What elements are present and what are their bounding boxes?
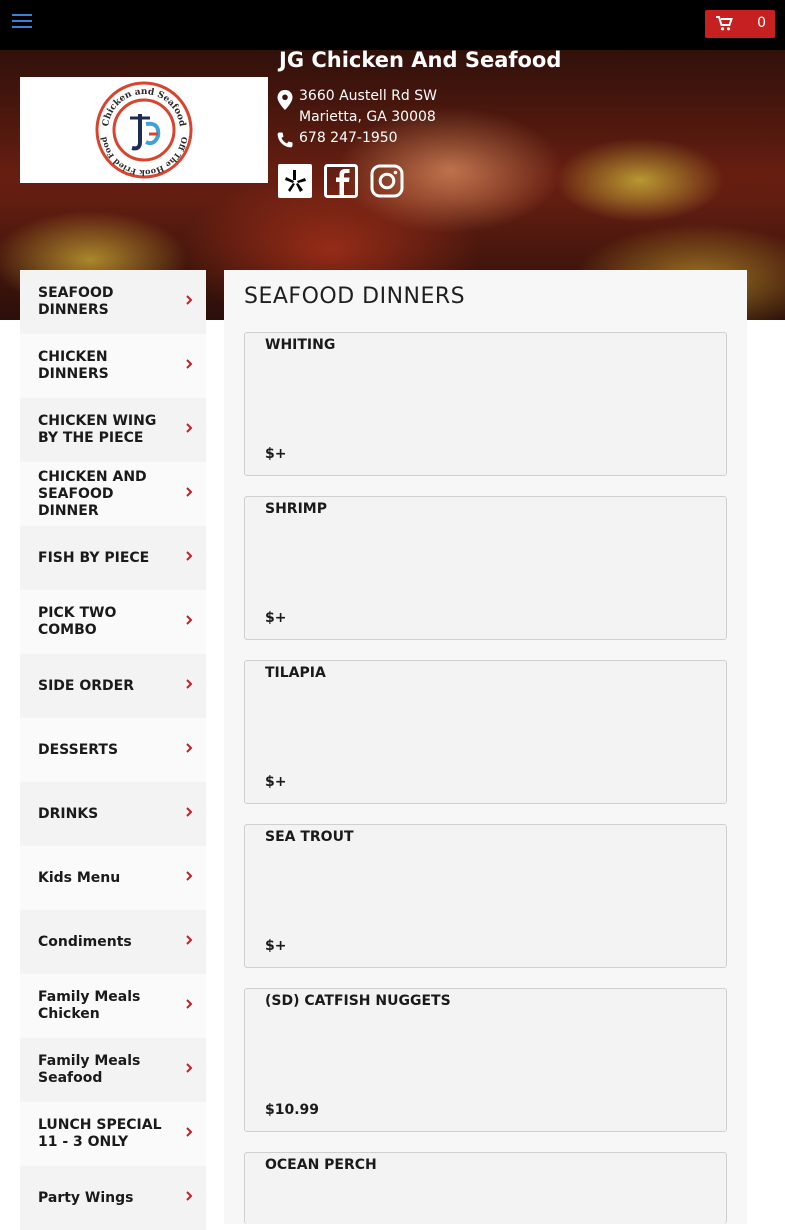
chevron-right-icon [186, 487, 192, 497]
sidebar-item-seafood-dinners[interactable]: SEAFOOD DINNERS [20, 270, 206, 334]
facebook-icon[interactable] [324, 164, 358, 198]
sidebar-item-chicken-wing-by-the-piece[interactable]: CHICKEN WING BY THE PIECE [20, 398, 206, 462]
sidebar-item-side-order[interactable]: SIDE ORDER [20, 654, 206, 718]
menu-item-card[interactable]: WHITING $+ [244, 332, 727, 476]
cart-icon [716, 16, 733, 31]
sidebar-item-family-meals-chicken[interactable]: Family Meals Chicken [20, 974, 206, 1038]
menu-item-price: $+ [265, 446, 287, 462]
menu-item-price: $+ [265, 610, 287, 626]
chevron-right-icon [186, 1191, 192, 1201]
sidebar-item-label: Condiments [38, 933, 132, 950]
sidebar-item-kids-menu[interactable]: Kids Menu [20, 846, 206, 910]
address-line2[interactable]: Marietta, GA 30008 [299, 109, 436, 125]
sidebar-item-desserts[interactable]: DESSERTS [20, 718, 206, 782]
sidebar-item-label: CHICKEN WING BY THE PIECE [38, 413, 157, 446]
sidebar-item-label: SEAFOOD DINNERS [38, 285, 114, 318]
sidebar-item-label: CHICKEN DINNERS [38, 349, 109, 382]
sidebar-item-party-wings[interactable]: Party Wings [20, 1166, 206, 1230]
restaurant-name: JG Chicken And Seafood [279, 48, 562, 72]
cart-count: 0 [757, 15, 766, 31]
menu-item-card[interactable]: (SD) CATFISH NUGGETS $10.99 [244, 988, 727, 1132]
sidebar-item-label: DESSERTS [38, 741, 119, 758]
sidebar-item-label: Kids Menu [38, 869, 121, 886]
menu-item-name: OCEAN PERCH [265, 1157, 377, 1173]
sidebar-item-label: Family Meals Seafood [38, 1053, 141, 1086]
sidebar-item-pick-two-combo[interactable]: PICK TWO COMBO [20, 590, 206, 654]
sidebar-item-chicken-dinners[interactable]: CHICKEN DINNERS [20, 334, 206, 398]
sidebar-item-fish-by-piece[interactable]: FISH BY PIECE [20, 526, 206, 590]
sidebar-item-label: FISH BY PIECE [38, 549, 150, 566]
chevron-right-icon [186, 551, 192, 561]
restaurant-logo: Chicken and Seafood Off The Hook Fried F… [20, 77, 268, 183]
menu-item-card[interactable]: TILAPIA $+ [244, 660, 727, 804]
menu-item-name: TILAPIA [265, 665, 326, 681]
menu-item-card[interactable]: OCEAN PERCH [244, 1152, 727, 1224]
menu-item-price: $10.99 [265, 1102, 320, 1118]
logo-emblem: Chicken and Seafood Off The Hook Fried F… [95, 81, 193, 179]
chevron-right-icon [186, 935, 192, 945]
hamburger-menu-icon[interactable] [12, 14, 32, 30]
sidebar-item-family-meals-seafood[interactable]: Family Meals Seafood [20, 1038, 206, 1102]
cart-button[interactable]: 0 [705, 10, 775, 38]
chevron-right-icon [186, 295, 192, 305]
chevron-right-icon [186, 743, 192, 753]
menu-item-name: (SD) CATFISH NUGGETS [265, 993, 451, 1009]
sidebar-item-label: SIDE ORDER [38, 677, 134, 694]
chevron-right-icon [186, 679, 192, 689]
menu-item-card[interactable]: SHRIMP $+ [244, 496, 727, 640]
location-pin-icon [277, 90, 293, 110]
menu-item-card[interactable]: SEA TROUT $+ [244, 824, 727, 968]
sidebar-item-chicken-and-seafood-dinner[interactable]: CHICKEN AND SEAFOOD DINNER [20, 462, 206, 526]
sidebar-item-label: Family Meals Chicken [38, 989, 141, 1022]
menu-item-name: SEA TROUT [265, 829, 354, 845]
sidebar-item-label: LUNCH SPECIAL 11 - 3 ONLY [38, 1117, 162, 1150]
chevron-right-icon [186, 615, 192, 625]
menu-item-price: $+ [265, 938, 287, 954]
menu-panel: SEAFOOD DINNERS WHITING $+ SHRIMP $+ TIL… [224, 270, 747, 1224]
yelp-icon[interactable] [278, 164, 312, 198]
chevron-right-icon [186, 871, 192, 881]
chevron-right-icon [186, 1127, 192, 1137]
chevron-right-icon [186, 359, 192, 369]
phone-icon [277, 132, 293, 148]
instagram-icon[interactable] [370, 164, 404, 198]
category-sidebar: SEAFOOD DINNERS CHICKEN DINNERS CHICKEN … [20, 270, 206, 1230]
sidebar-item-label: DRINKS [38, 805, 99, 822]
menu-item-name: SHRIMP [265, 501, 327, 517]
top-bar: 0 [0, 0, 785, 50]
chevron-right-icon [186, 423, 192, 433]
chevron-right-icon [186, 1063, 192, 1073]
chevron-right-icon [186, 807, 192, 817]
section-title: SEAFOOD DINNERS [244, 284, 466, 309]
sidebar-item-label: CHICKEN AND SEAFOOD DINNER [38, 468, 147, 519]
sidebar-item-condiments[interactable]: Condiments [20, 910, 206, 974]
menu-item-name: WHITING [265, 337, 336, 353]
address-line1[interactable]: 3660 Austell Rd SW [299, 88, 437, 104]
menu-item-price: $+ [265, 774, 287, 790]
phone-number[interactable]: 678 247-1950 [299, 130, 398, 146]
sidebar-item-lunch-special[interactable]: LUNCH SPECIAL 11 - 3 ONLY [20, 1102, 206, 1166]
sidebar-item-drinks[interactable]: DRINKS [20, 782, 206, 846]
sidebar-item-label: Party Wings [38, 1189, 134, 1206]
chevron-right-icon [186, 999, 192, 1009]
sidebar-item-label: PICK TWO COMBO [38, 605, 117, 638]
